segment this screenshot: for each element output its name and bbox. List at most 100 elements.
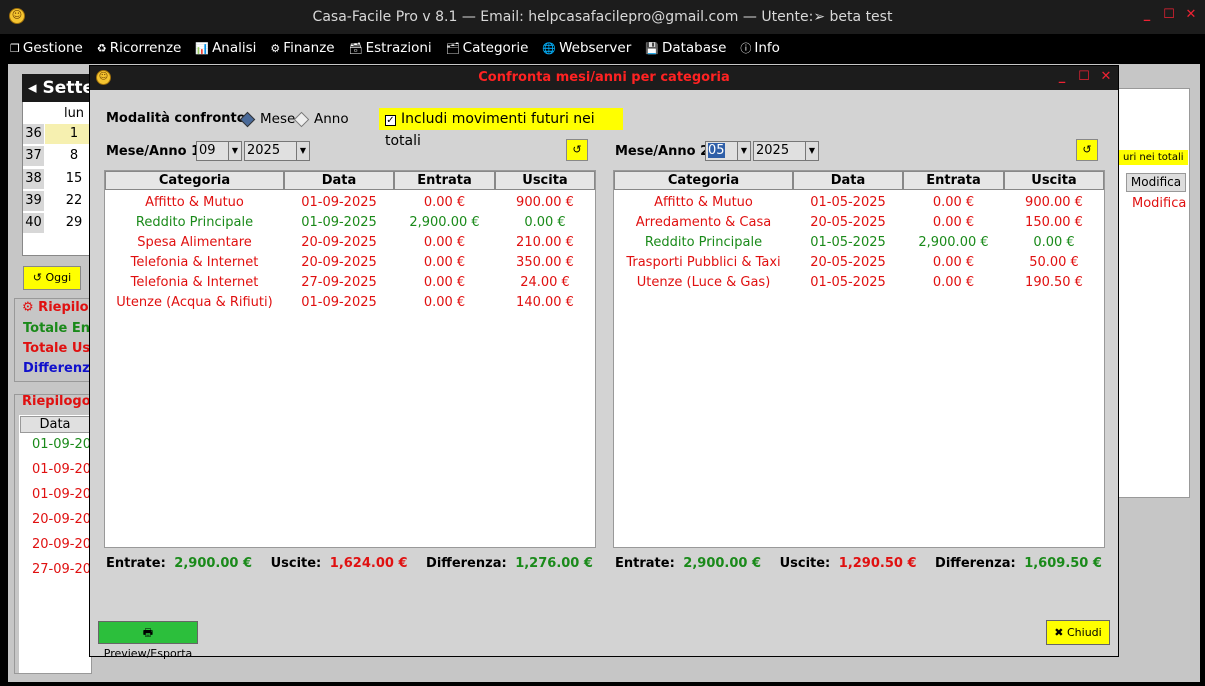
preview-export-button[interactable]: 🖶 Preview/Esporta — [98, 621, 198, 660]
cell-categoria: Affitto & Mutuo — [145, 195, 244, 210]
menu-categorie[interactable]: 🗂 Categorie — [446, 34, 529, 62]
cell-entrata: 0.00 € — [932, 275, 975, 290]
maximize-icon[interactable]: ☐ — [1078, 70, 1090, 84]
floppy-icon: 💾 — [645, 42, 659, 55]
table-row[interactable]: Reddito Principale 01-05-2025 2,900.00 €… — [614, 233, 1104, 253]
radio-mese[interactable]: Mese — [239, 111, 295, 127]
dialog-titlebar: ☺ Confronta mesi/anni per categoria _ ☐ … — [90, 66, 1118, 90]
radio-anno-label: Anno — [314, 111, 349, 127]
gear-icon: ⚙ — [270, 42, 281, 55]
cell-uscita: 900.00 € — [1025, 195, 1083, 210]
data-column-header[interactable]: Data — [20, 416, 90, 433]
uscite-label: Uscite: — [270, 556, 322, 571]
futuri-note: uri nei totali — [1119, 150, 1188, 165]
globe-icon: 🌐 — [542, 42, 557, 55]
entrate-value: 2,900.00 € — [683, 556, 762, 571]
menu-label: Categorie — [462, 40, 529, 56]
folder-icon: 🗂 — [445, 42, 460, 55]
header-entrata[interactable]: Entrata — [394, 171, 495, 190]
header-categoria[interactable]: Categoria — [614, 171, 793, 190]
modifica-column-header[interactable]: Modifica — [1126, 173, 1186, 192]
uscite-value: 1,290.50 € — [838, 556, 917, 571]
month-2-select[interactable]: 05 ▼ — [705, 141, 751, 161]
table-row[interactable]: Affitto & Mutuo 01-09-2025 0.00 € 900.00… — [105, 193, 595, 213]
calendar-title: Sette — [42, 78, 95, 98]
menu-analisi[interactable]: 📊 Analisi — [195, 34, 256, 62]
oggi-button[interactable]: ↺ Oggi — [23, 266, 81, 290]
modifica-link[interactable]: Modifica — [1132, 196, 1186, 211]
header-categoria[interactable]: Categoria — [105, 171, 284, 190]
menu-finanze[interactable]: ⚙ Finanze — [270, 34, 334, 62]
menu-info[interactable]: ⓘ Info — [740, 34, 780, 62]
year-2-value: 2025 — [756, 143, 790, 158]
cell-uscita: 190.50 € — [1025, 275, 1083, 290]
table-row[interactable]: Spesa Alimentare 20-09-2025 0.00 € 210.0… — [105, 233, 595, 253]
month-1-select[interactable]: 09 ▼ — [196, 141, 242, 161]
cell-data: 20-05-2025 — [810, 215, 886, 230]
uscite-label: Uscite: — [779, 556, 831, 571]
menu-label: Webserver — [559, 40, 632, 56]
table-row[interactable]: Telefonia & Internet 20-09-2025 0.00 € 3… — [105, 253, 595, 273]
year-1-value: 2025 — [247, 143, 281, 158]
table-header: Categoria Data Entrata Uscita — [105, 171, 595, 190]
cell-categoria: Telefonia & Internet — [130, 255, 259, 270]
table-row[interactable]: Affitto & Mutuo 01-05-2025 0.00 € 900.00… — [614, 193, 1104, 213]
week-number: 40 — [23, 213, 44, 233]
cell-categoria: Reddito Principale — [644, 235, 763, 250]
radio-selected-icon — [239, 111, 256, 127]
year-1-select[interactable]: 2025 ▼ — [244, 141, 310, 161]
table-header: Categoria Data Entrata Uscita — [614, 171, 1104, 190]
differenza-value: 1,276.00 € — [515, 556, 593, 571]
header-uscita[interactable]: Uscita — [1004, 171, 1104, 190]
refresh-1-button[interactable]: ↺ — [566, 139, 588, 161]
dialog-title: Confronta mesi/anni per categoria — [478, 70, 730, 85]
cell-data: 01-05-2025 — [810, 195, 886, 210]
chevron-down-icon: ▼ — [228, 142, 241, 160]
cell-data: 01-09-2025 — [301, 195, 377, 210]
table-1: Categoria Data Entrata Uscita Affitto & … — [104, 170, 596, 548]
radio-anno[interactable]: Anno — [293, 111, 349, 127]
table-2: Categoria Data Entrata Uscita Affitto & … — [613, 170, 1105, 548]
cell-entrata: 0.00 € — [932, 255, 975, 270]
cell-categoria: Arredamento & Casa — [635, 215, 772, 230]
week-number: 38 — [23, 169, 44, 189]
minimize-icon[interactable]: _ — [1141, 8, 1153, 22]
menu-database[interactable]: 💾 Database — [645, 34, 726, 62]
header-data[interactable]: Data — [284, 171, 394, 190]
cell-uscita: 0.00 € — [1033, 235, 1075, 250]
table-row[interactable]: Utenze (Acqua & Rifiuti) 01-09-2025 0.00… — [105, 293, 595, 313]
cell-uscita: 24.00 € — [520, 275, 570, 290]
cell-entrata: 0.00 € — [423, 235, 466, 250]
menu-ricorrenze[interactable]: ♻ Ricorrenze — [97, 34, 182, 62]
cell-data: 20-09-2025 — [301, 235, 377, 250]
header-data[interactable]: Data — [793, 171, 903, 190]
cell-entrata: 0.00 € — [423, 195, 466, 210]
table-row[interactable]: Reddito Principale 01-09-2025 2,900.00 €… — [105, 213, 595, 233]
menu-estrazioni[interactable]: 🗃 Estrazioni — [349, 34, 432, 62]
year-2-select[interactable]: 2025 ▼ — [753, 141, 819, 161]
menu-gestione[interactable]: ❒ Gestione — [10, 34, 83, 62]
menu-label: Estrazioni — [365, 40, 432, 56]
differenza-label: Differenza: — [426, 556, 507, 571]
refresh-2-button[interactable]: ↺ — [1076, 139, 1098, 161]
close-button[interactable]: ✖ Chiudi — [1046, 620, 1110, 645]
radio-unselected-icon — [293, 111, 310, 127]
entrate-label: Entrate: — [615, 556, 675, 571]
close-icon[interactable]: ✕ — [1100, 70, 1112, 84]
header-uscita[interactable]: Uscita — [495, 171, 595, 190]
info-icon: ⓘ — [740, 42, 752, 55]
futuri-checkbox[interactable]: ✓ Includi movimenti futuri nei totali — [379, 108, 623, 149]
menu-webserver[interactable]: 🌐 Webserver — [542, 34, 631, 62]
table-row[interactable]: Trasporti Pubblici & Taxi 20-05-2025 0.0… — [614, 253, 1104, 273]
table-row[interactable]: Utenze (Luce & Gas) 01-05-2025 0.00 € 19… — [614, 273, 1104, 293]
cell-entrata: 2,900.00 € — [409, 215, 480, 230]
header-entrata[interactable]: Entrata — [903, 171, 1004, 190]
table-row[interactable]: Telefonia & Internet 27-09-2025 0.00 € 2… — [105, 273, 595, 293]
maximize-icon[interactable]: ☐ — [1163, 8, 1175, 22]
cell-data: 01-09-2025 — [301, 215, 377, 230]
window-controls: _ ☐ ✕ — [1141, 8, 1197, 22]
minimize-icon[interactable]: _ — [1056, 70, 1068, 84]
table-row[interactable]: Arredamento & Casa 20-05-2025 0.00 € 150… — [614, 213, 1104, 233]
close-icon[interactable]: ✕ — [1185, 8, 1197, 22]
menu-label: Analisi — [212, 40, 257, 56]
